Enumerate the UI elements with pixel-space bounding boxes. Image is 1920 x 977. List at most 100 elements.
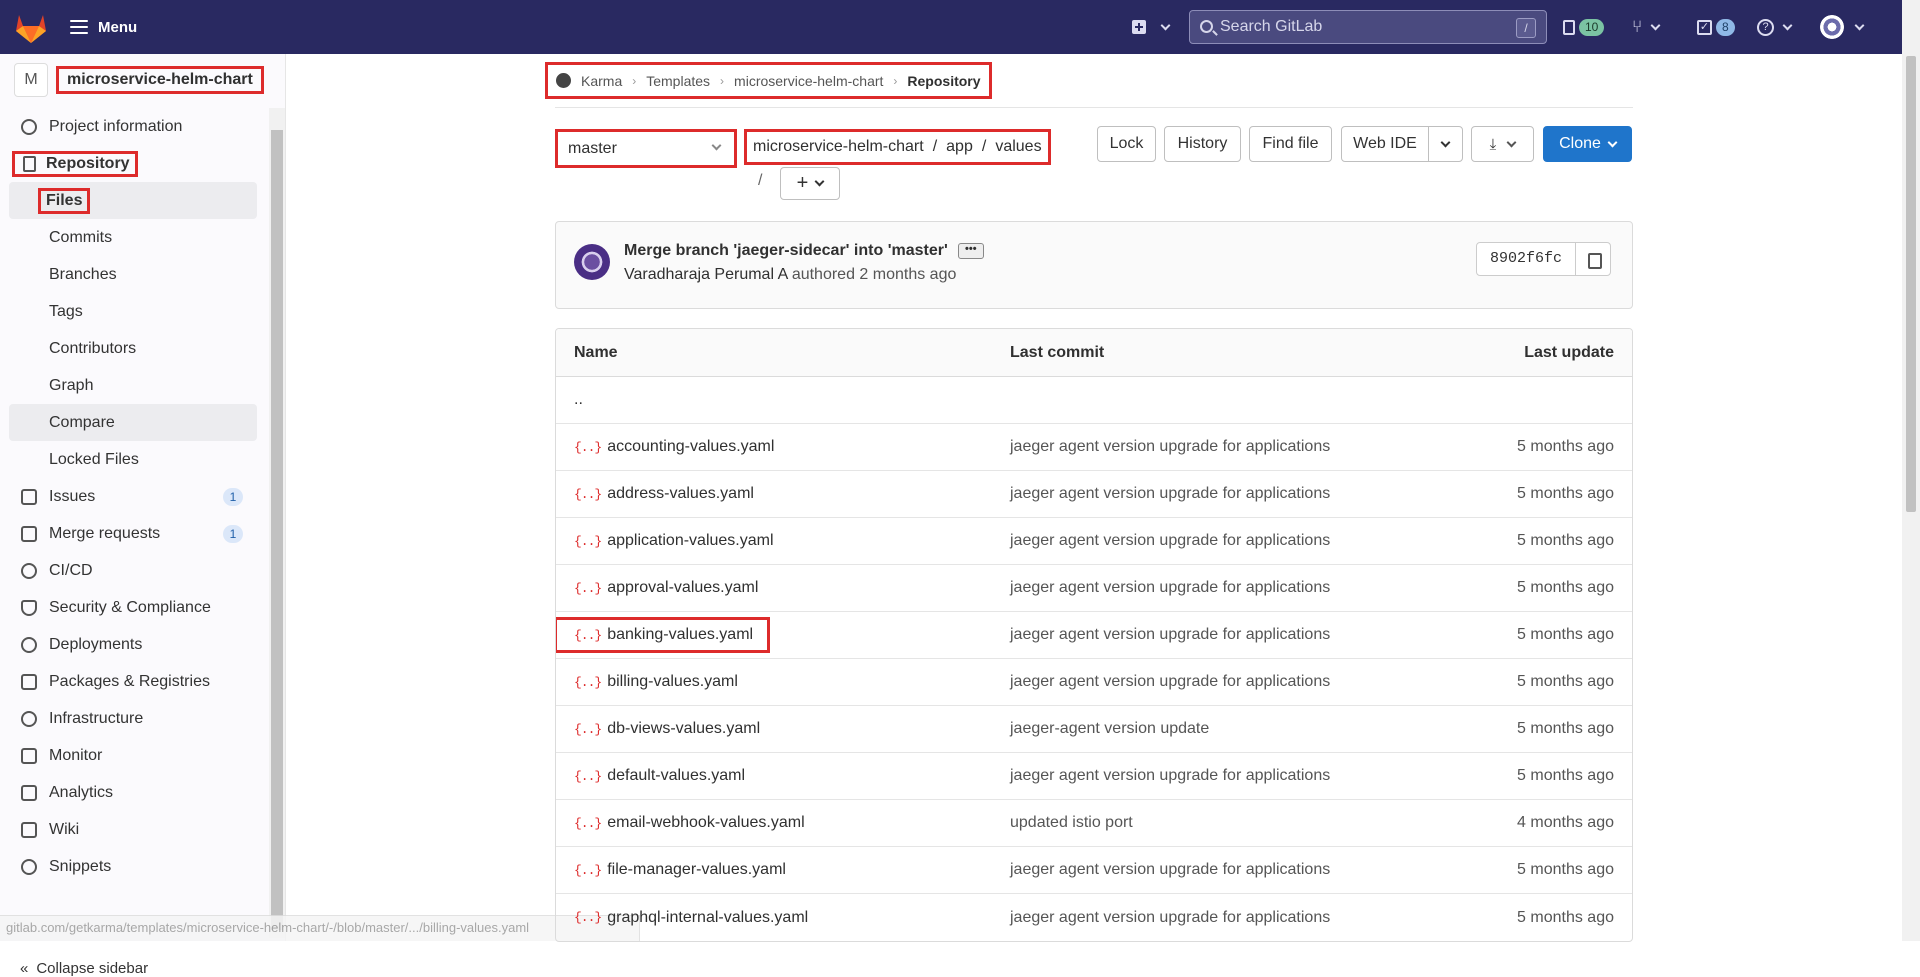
lock-button[interactable]: Lock (1097, 126, 1156, 162)
file-name[interactable]: db-views-values.yaml (607, 720, 760, 738)
file-name[interactable]: address-values.yaml (607, 485, 754, 503)
add-to-tree-button[interactable]: + (780, 167, 840, 200)
sidebar-item-wiki[interactable]: Wiki (0, 811, 268, 848)
file-name[interactable]: accounting-values.yaml (607, 438, 774, 456)
user-menu-button[interactable] (1820, 14, 1865, 40)
last-commit-message[interactable]: jaeger agent version upgrade for applica… (1010, 767, 1330, 785)
breadcrumb-item[interactable]: Templates (646, 73, 710, 89)
menu-button[interactable]: Menu (70, 12, 137, 42)
last-commit-message[interactable]: jaeger agent version upgrade for applica… (1010, 532, 1330, 550)
gitlab-logo-icon[interactable] (12, 9, 50, 45)
table-row[interactable]: {..} banking-values.yaml jaeger agent vers… (556, 612, 1632, 659)
file-name[interactable]: banking-values.yaml (607, 626, 753, 644)
expand-commit-button[interactable]: ••• (957, 243, 984, 259)
sidebar-item-graph[interactable]: Graph (0, 367, 268, 404)
download-button[interactable]: ⤓ (1471, 126, 1534, 162)
sidebar-item-compare[interactable]: Compare (9, 404, 257, 441)
project-header[interactable]: M microservice-helm-chart (14, 63, 264, 97)
table-row[interactable]: {..} file-manager-values.yaml jaeger agent… (556, 847, 1632, 894)
table-row[interactable]: {..} db-views-values.yaml jaeger-agent ver… (556, 706, 1632, 753)
sidebar-item-branches[interactable]: Branches (0, 256, 268, 293)
table-row[interactable]: {..} application-values.yaml jaeger agent … (556, 518, 1632, 565)
table-row[interactable]: {..} address-values.yaml jaeger agent vers… (556, 471, 1632, 518)
file-name-cell[interactable]: {..} accounting-values.yaml (574, 438, 774, 456)
parent-directory-row[interactable]: .. (556, 377, 1632, 424)
sidebar-item-issues[interactable]: Issues 1 (0, 478, 268, 515)
page-scrollbar-thumb[interactable] (1906, 56, 1916, 512)
page-scrollbar[interactable] (1902, 0, 1920, 941)
file-name-cell[interactable]: {..} graphql-internal-values.yaml (574, 909, 808, 927)
path-segment[interactable]: microservice-helm-chart (753, 138, 924, 156)
sidebar-item-contributors[interactable]: Contributors (0, 330, 268, 367)
sidebar-item-packages-registries[interactable]: Packages & Registries (0, 663, 268, 700)
file-name-cell[interactable]: {..} default-values.yaml (574, 767, 745, 785)
sidebar-item-project-information[interactable]: Project information (0, 108, 268, 145)
last-commit-message[interactable]: jaeger agent version upgrade for applica… (1010, 485, 1330, 503)
table-row[interactable]: {..} billing-values.yaml jaeger agent vers… (556, 659, 1632, 706)
copy-sha-button[interactable] (1575, 242, 1611, 276)
file-name-cell[interactable]: {..} application-values.yaml (574, 532, 774, 550)
file-name[interactable]: file-manager-values.yaml (607, 861, 786, 879)
sidebar-item-files[interactable]: Files (9, 182, 257, 219)
last-commit-message[interactable]: jaeger agent version upgrade for applica… (1010, 861, 1330, 879)
sidebar-item-locked-files[interactable]: Locked Files (0, 441, 268, 478)
sidebar-item-analytics[interactable]: Analytics (0, 774, 268, 811)
last-commit-message[interactable]: jaeger agent version upgrade for applica… (1010, 909, 1330, 927)
table-row[interactable]: {..} accounting-values.yaml jaeger agent v… (556, 424, 1632, 471)
web-ide-button[interactable]: Web IDE (1341, 126, 1429, 162)
help-button[interactable]: ? (1757, 14, 1793, 40)
sidebar-item-deployments[interactable]: Deployments (0, 626, 268, 663)
commit-title[interactable]: Merge branch 'jaeger-sidecar' into 'mast… (624, 242, 948, 260)
last-commit-message[interactable]: jaeger agent version upgrade for applica… (1010, 438, 1330, 456)
file-name[interactable]: email-webhook-values.yaml (607, 814, 804, 832)
file-name-cell[interactable]: {..} billing-values.yaml (574, 673, 738, 691)
breadcrumb-item[interactable]: microservice-helm-chart (734, 73, 883, 89)
file-name-cell[interactable]: {..} db-views-values.yaml (574, 720, 760, 738)
commit-author[interactable]: Varadharaja Perumal A (624, 266, 787, 283)
last-commit-message[interactable]: jaeger-agent version update (1010, 720, 1209, 738)
find-file-button[interactable]: Find file (1249, 126, 1332, 162)
collapse-sidebar-button[interactable]: « Collapse sidebar (20, 960, 148, 977)
last-commit-message[interactable]: updated istio port (1010, 814, 1133, 832)
file-name[interactable]: default-values.yaml (607, 767, 745, 785)
web-ide-dropdown-button[interactable] (1428, 126, 1463, 162)
breadcrumb-item[interactable]: Karma (581, 73, 622, 89)
todos-button[interactable]: ✓ 8 (1697, 14, 1735, 40)
table-row[interactable]: {..} approval-values.yaml jaeger agent ver… (556, 565, 1632, 612)
table-row[interactable]: {..} email-webhook-values.yaml updated ist… (556, 800, 1632, 847)
sidebar-item-infrastructure[interactable]: Infrastructure (0, 700, 268, 737)
author-avatar[interactable] (574, 244, 610, 280)
sidebar-item-monitor[interactable]: Monitor (0, 737, 268, 774)
branch-selector[interactable]: master (555, 129, 737, 168)
file-name[interactable]: graphql-internal-values.yaml (607, 909, 808, 927)
file-name-cell[interactable]: {..} approval-values.yaml (574, 579, 758, 597)
parent-directory-link[interactable]: .. (574, 391, 583, 409)
table-row[interactable]: {..} default-values.yaml jaeger agent vers… (556, 753, 1632, 800)
table-row[interactable]: {..} graphql-internal-values.yaml jaeger a… (556, 894, 1632, 941)
file-name[interactable]: approval-values.yaml (607, 579, 758, 597)
file-name-cell[interactable]: {..} address-values.yaml (574, 485, 754, 503)
file-name-cell[interactable]: {..} banking-values.yaml (556, 617, 771, 653)
sidebar-item-commits[interactable]: Commits (0, 219, 268, 256)
sidebar-item-security-compliance[interactable]: Security & Compliance (0, 589, 268, 626)
project-name[interactable]: microservice-helm-chart (56, 66, 264, 94)
sidebar-item-merge-requests[interactable]: Merge requests 1 (0, 515, 268, 552)
sidebar-scrollbar-thumb[interactable] (271, 130, 283, 930)
file-name[interactable]: application-values.yaml (607, 532, 773, 550)
last-commit-message[interactable]: jaeger agent version upgrade for applica… (1010, 579, 1330, 597)
path-segment[interactable]: app (946, 138, 973, 156)
last-commit-message[interactable]: jaeger agent version upgrade for applica… (1010, 673, 1330, 691)
file-name-cell[interactable]: {..} email-webhook-values.yaml (574, 814, 805, 832)
last-commit-message[interactable]: jaeger agent version upgrade for applica… (1010, 626, 1330, 644)
history-button[interactable]: History (1164, 126, 1241, 162)
commit-sha[interactable]: 8902f6fc (1476, 242, 1576, 276)
merge-requests-button[interactable]: ⑂ (1632, 14, 1661, 40)
path-segment[interactable]: values (995, 138, 1041, 156)
file-name-cell[interactable]: {..} file-manager-values.yaml (574, 861, 786, 879)
clone-button[interactable]: Clone (1543, 126, 1632, 162)
search-input[interactable]: Search GitLab / (1189, 10, 1547, 44)
sidebar-item-tags[interactable]: Tags (0, 293, 268, 330)
sidebar-item-snippets[interactable]: Snippets (0, 848, 268, 885)
new-dropdown-button[interactable] (1132, 14, 1171, 40)
issues-button[interactable]: 10 (1563, 14, 1605, 40)
